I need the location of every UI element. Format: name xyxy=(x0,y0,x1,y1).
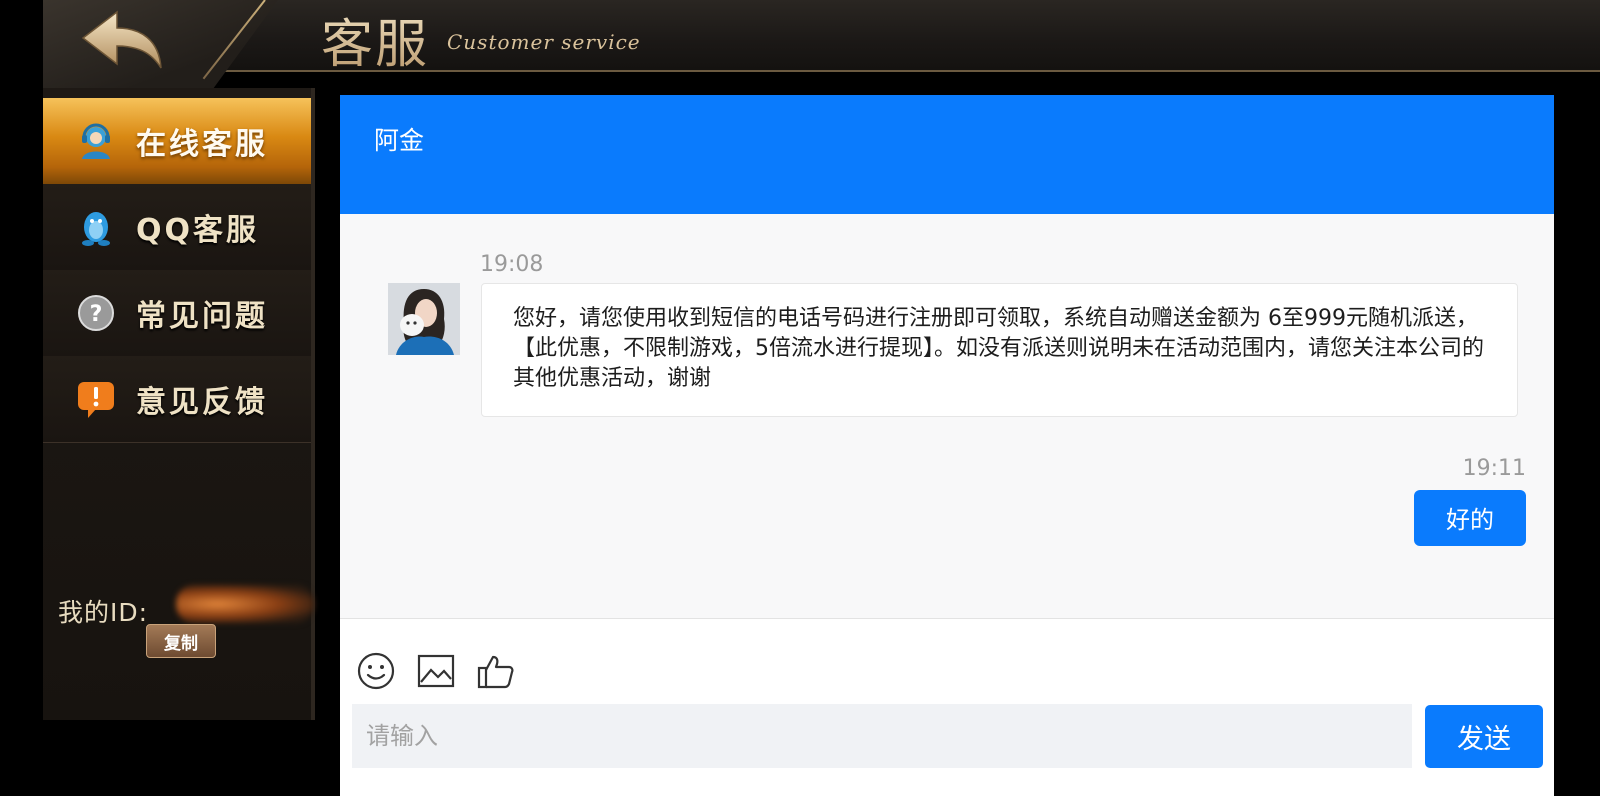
sidebar-item-label: 在线客服 xyxy=(136,127,268,162)
sidebar-item-label: 常见问题 xyxy=(136,299,268,334)
message-time: 19:08 xyxy=(480,252,544,277)
sidebar: 在线客服 QQ客服 ? 常见问题 意见反馈 我的ID: 复制 xyxy=(43,88,315,720)
message-list[interactable]: 19:08 您好，请您使用收到短信的电话号码进行注册即可领取，系统自动赠送金额为… xyxy=(340,214,1554,618)
svg-text:?: ? xyxy=(90,302,103,327)
avatar xyxy=(388,283,460,355)
sidebar-item-label: 意见反馈 xyxy=(136,385,268,420)
sidebar-item-label: QQ客服 xyxy=(136,213,260,248)
agent-name: 阿金 xyxy=(374,126,425,155)
chat-header: 阿金 xyxy=(340,95,1554,214)
composer: 发送 xyxy=(340,618,1554,796)
feedback-exclamation-icon xyxy=(78,382,114,418)
page-title: 客服 xyxy=(321,2,429,77)
message-time: 19:11 xyxy=(1462,456,1526,481)
agent-avatar-image xyxy=(388,283,460,355)
image-icon[interactable] xyxy=(416,651,456,691)
my-id-label: 我的ID: xyxy=(58,598,149,627)
message-bubble-agent: 您好，请您使用收到短信的电话号码进行注册即可领取，系统自动赠送金额为 6至999… xyxy=(481,283,1518,417)
qq-penguin-icon xyxy=(82,212,110,246)
question-mark-icon: ? xyxy=(78,295,114,331)
send-button[interactable]: 发送 xyxy=(1425,705,1543,768)
chat-panel: 阿金 19:08 您好，请您使用收到短信的电话号码进行注册即可领取，系统自动赠送… xyxy=(340,95,1554,796)
thumbs-up-icon[interactable] xyxy=(476,651,516,691)
page-subtitle: Customer service xyxy=(447,30,641,54)
top-header: 客服 Customer service xyxy=(43,0,1600,90)
message-input[interactable] xyxy=(352,704,1412,768)
my-id-value-redacted xyxy=(176,585,314,623)
sidebar-item-online-service[interactable]: 在线客服 xyxy=(43,98,311,185)
message-bubble-user: 好的 xyxy=(1414,490,1526,546)
copy-id-button[interactable]: 复制 xyxy=(146,624,216,658)
sidebar-item-feedback[interactable]: 意见反馈 xyxy=(43,356,311,443)
sidebar-item-qq-service[interactable]: QQ客服 xyxy=(43,184,311,271)
sidebar-item-faq[interactable]: ? 常见问题 xyxy=(43,270,311,357)
headset-agent-icon xyxy=(82,123,110,159)
emoji-icon[interactable] xyxy=(356,651,396,691)
back-button[interactable] xyxy=(43,0,278,90)
back-arrow-icon[interactable] xyxy=(79,8,165,72)
